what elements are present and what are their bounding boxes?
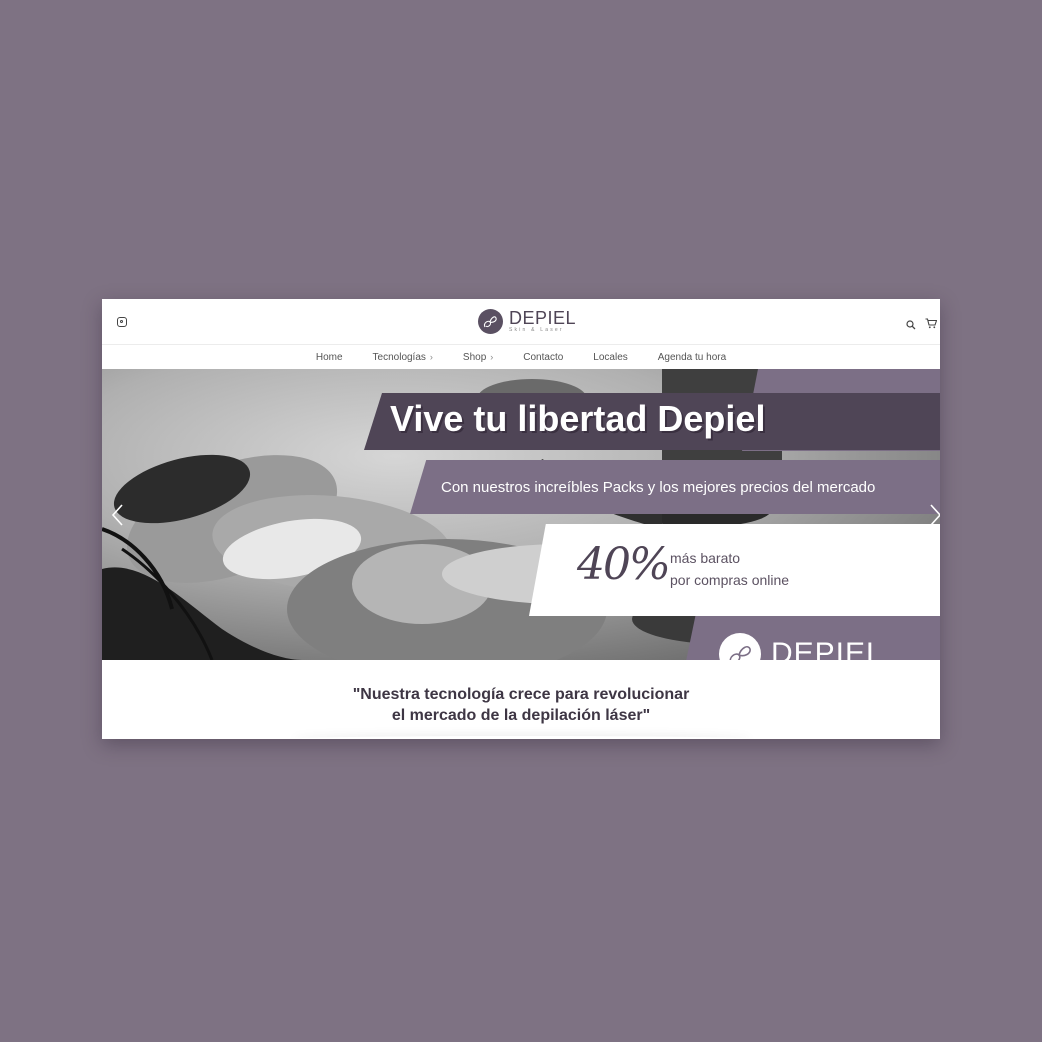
- promo-line-2: por compras online: [670, 572, 790, 588]
- nav-item-contacto[interactable]: Contacto: [523, 352, 563, 363]
- promo-line-1: más barato: [670, 550, 741, 566]
- main-nav: Home Tecnologías › Shop › Contacto Local…: [102, 345, 940, 369]
- site-header: DEPIEL Skin & Laser: [102, 299, 940, 345]
- nav-item-label: Agenda tu hora: [657, 351, 727, 363]
- nav-item-home[interactable]: Home: [316, 352, 343, 363]
- nav-item-tecnologias[interactable]: Tecnologías ›: [373, 352, 433, 363]
- nav-item-label: Home: [315, 351, 343, 363]
- browser-window: DEPIEL Skin & Laser Home Tecnologías › S…: [102, 299, 940, 739]
- promo-text: más barato por compras online: [670, 547, 789, 591]
- site-logo[interactable]: DEPIEL Skin & Laser: [478, 308, 576, 334]
- search-icon[interactable]: [906, 317, 916, 335]
- quote-line-2: el mercado de la depilación láser": [391, 707, 651, 724]
- nav-item-locales[interactable]: Locales: [593, 352, 627, 363]
- hero-title: Vive tu libertad Depiel: [390, 398, 766, 439]
- instagram-icon[interactable]: [117, 317, 127, 327]
- slider-next-icon[interactable]: [927, 503, 940, 527]
- nav-item-label: Contacto: [523, 351, 564, 363]
- quote-text: "Nuestra tecnología crece para revolucio…: [102, 684, 940, 726]
- quote-divider: [292, 736, 752, 739]
- chevron-right-icon: ›: [490, 352, 494, 362]
- quote-line-1: "Nuestra tecnología crece para revolucio…: [352, 686, 690, 703]
- hero-subtitle: Con nuestros increíbles Packs y los mejo…: [441, 479, 876, 496]
- nav-item-agenda[interactable]: Agenda tu hora: [658, 352, 726, 363]
- nav-item-shop[interactable]: Shop ›: [463, 352, 493, 363]
- nav-item-label: Tecnologías: [372, 351, 426, 363]
- nav-item-label: Locales: [593, 351, 628, 363]
- hero-logo-mark-icon: [719, 633, 761, 660]
- chevron-right-icon: ›: [429, 352, 433, 362]
- discount-value: 40%: [577, 539, 671, 590]
- nav-item-label: Shop: [462, 351, 487, 363]
- hero-slider: Vive tu libertad Depiel Con nuestros inc…: [102, 369, 940, 660]
- slider-prev-icon[interactable]: [110, 503, 126, 527]
- hero-logo-text: DEPIEL: [771, 637, 884, 660]
- logo-name: DEPIEL: [509, 308, 577, 328]
- logo-mark-icon: [478, 308, 503, 334]
- cart-icon[interactable]: [925, 316, 938, 334]
- logo-tagline: Skin & Laser: [509, 327, 564, 333]
